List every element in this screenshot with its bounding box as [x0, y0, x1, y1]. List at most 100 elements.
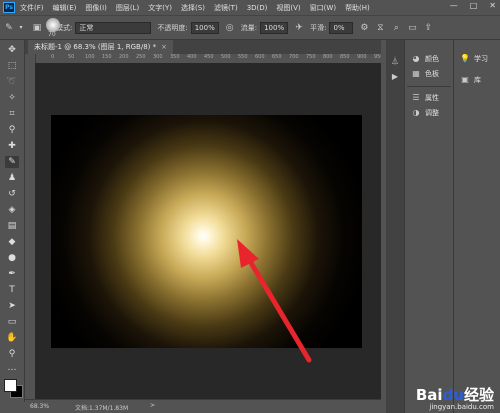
arrow-shaft	[244, 253, 312, 363]
workspace-icon[interactable]: ▭	[407, 23, 417, 33]
close-tab-icon[interactable]: ×	[161, 43, 167, 51]
zoom-level[interactable]: 68.3%	[30, 403, 49, 410]
menu-type[interactable]: 文字(Y)	[148, 3, 172, 13]
marquee-tool-icon[interactable]: ⬚	[5, 60, 19, 72]
opacity-value: 100%	[194, 23, 215, 32]
gradient-icon[interactable]: ▤	[5, 220, 19, 232]
properties-sliders-icon: ☰	[412, 93, 420, 102]
close-window-button[interactable]: ✕	[489, 1, 496, 10]
airbrush-icon[interactable]: ✈	[294, 23, 304, 33]
menu-filter[interactable]: 滤镜(T)	[214, 3, 238, 13]
share-icon[interactable]: ⇪	[423, 23, 433, 33]
menu-window[interactable]: 窗口(W)	[310, 3, 336, 13]
ruler-tick-label: 200	[119, 54, 129, 60]
ruler-tick-label: 900	[357, 54, 367, 60]
search-icon[interactable]: ⌕	[391, 23, 401, 33]
ruler-tick-label: 750	[306, 54, 316, 60]
hand-icon[interactable]: ✋	[5, 332, 19, 344]
watermark-du: du	[442, 386, 464, 404]
pen-icon[interactable]: ✒	[5, 268, 19, 280]
dodge-icon[interactable]: ●	[5, 252, 19, 264]
flow-label: 流量:	[240, 23, 258, 32]
clone-stamp-icon[interactable]: ♟	[5, 172, 19, 184]
document-size-info: 文档:1.37M/1.83M	[75, 405, 129, 412]
more-tools-icon[interactable]: …	[5, 362, 19, 374]
flow-value: 100%	[264, 23, 285, 32]
color-panel-label: 颜色	[425, 54, 439, 63]
chevron-down-icon[interactable]: ▾	[16, 23, 26, 33]
eyedropper-icon[interactable]: ⚲	[5, 124, 19, 136]
ruler-tick-label: 150	[102, 54, 112, 60]
status-menu-arrow-icon[interactable]: >	[150, 402, 155, 409]
move-tool-icon[interactable]: ✥	[5, 44, 19, 56]
eraser-icon[interactable]: ◈	[5, 204, 19, 216]
ruler-tick-label: 350	[170, 54, 180, 60]
minimize-button[interactable]: —	[450, 1, 458, 10]
opacity-input[interactable]: 100%	[190, 21, 219, 34]
ruler-tick-label: 250	[136, 54, 146, 60]
canvas-workspace	[35, 63, 381, 399]
ruler-tick-label: 300	[153, 54, 163, 60]
menu-image[interactable]: 图像(I)	[85, 3, 107, 13]
lasso-tool-icon[interactable]: ➰	[5, 76, 19, 88]
brush-preview-icon[interactable]	[46, 18, 60, 32]
play-actions-icon[interactable]: ▶	[390, 71, 400, 81]
menu-file[interactable]: 文件(F)	[20, 3, 44, 13]
flow-input[interactable]: 100%	[260, 21, 289, 34]
magic-wand-icon[interactable]: ✧	[5, 92, 19, 104]
brush-preset-icon[interactable]: ✎	[4, 23, 14, 33]
window-controls: — □ ✕	[450, 1, 496, 10]
watermark-jingyan: 经验	[463, 386, 494, 404]
smoothing-options-gear-icon[interactable]: ⚙	[359, 23, 369, 33]
libraries-panel-label: 库	[474, 75, 481, 84]
ruler-tick-label: 650	[272, 54, 282, 60]
crop-tool-icon[interactable]: ⌗	[5, 108, 19, 120]
adjustments-circle-icon: ◑	[412, 108, 420, 117]
path-selection-icon[interactable]: ➤	[5, 300, 19, 312]
blur-icon[interactable]: ◆	[5, 236, 19, 248]
mode-value: 正常	[79, 23, 94, 32]
color-panel-button[interactable]: ◕ 颜色	[411, 52, 440, 65]
opacity-label: 不透明度:	[157, 23, 188, 32]
maximize-button[interactable]: □	[470, 1, 478, 10]
menu-layer[interactable]: 图层(L)	[116, 3, 139, 13]
history-panel-icon[interactable]: ⏃	[390, 56, 400, 66]
panel-divider	[407, 86, 451, 87]
rectangle-icon[interactable]: ▭	[5, 316, 19, 328]
menu-help[interactable]: 帮助(H)	[345, 3, 370, 13]
smoothing-value: 0%	[333, 23, 345, 32]
watermark-bai: Bai	[415, 386, 443, 404]
menu-3d[interactable]: 3D(D)	[247, 4, 268, 12]
learn-panel-button[interactable]: 💡 学习	[460, 52, 488, 65]
adjustments-panel-button[interactable]: ◑ 调整	[411, 106, 440, 119]
brush-size-label: 70	[48, 31, 56, 38]
ruler-tick-label: 0	[51, 54, 55, 60]
watermark-logo: Baidu经验	[416, 384, 494, 405]
mode-select[interactable]: 正常	[75, 21, 152, 34]
color-palette-icon: ◕	[412, 54, 420, 63]
menu-view[interactable]: 视图(V)	[276, 3, 300, 13]
swatches-panel-button[interactable]: ▦ 色板	[411, 67, 439, 80]
smoothing-input[interactable]: 0%	[329, 21, 354, 34]
status-bar: 68.3% 文档:1.37M/1.83M >	[25, 399, 381, 413]
history-brush-icon[interactable]: ↺	[5, 188, 19, 200]
libraries-panel-button[interactable]: ▣ 库	[460, 73, 481, 86]
ruler-tick-label: 400	[187, 54, 197, 60]
foreground-color-swatch[interactable]	[4, 379, 17, 392]
document-tab[interactable]: 未标题-1 @ 68.3% (图层 1, RGB/8) * ×	[28, 40, 173, 54]
properties-panel-button[interactable]: ☰ 属性	[411, 91, 439, 104]
arrow-head	[237, 239, 259, 268]
type-icon[interactable]: T	[5, 284, 19, 296]
brush-settings-icon[interactable]: ▣	[32, 23, 42, 33]
properties-panel-label: 属性	[425, 93, 439, 102]
menu-select[interactable]: 选择(S)	[181, 3, 205, 13]
pressure-opacity-icon[interactable]: ◎	[225, 23, 235, 33]
symmetry-icon[interactable]: ⧖	[375, 23, 385, 33]
ruler-tick-label: 50	[68, 54, 75, 60]
libraries-icon: ▣	[461, 75, 469, 84]
ruler-tick-label: 500	[221, 54, 231, 60]
healing-brush-icon[interactable]: ✚	[5, 140, 19, 152]
zoom-icon[interactable]: ⚲	[5, 348, 19, 360]
brush-tool-icon[interactable]: ✎	[5, 156, 19, 168]
menu-edit[interactable]: 编辑(E)	[53, 3, 77, 13]
